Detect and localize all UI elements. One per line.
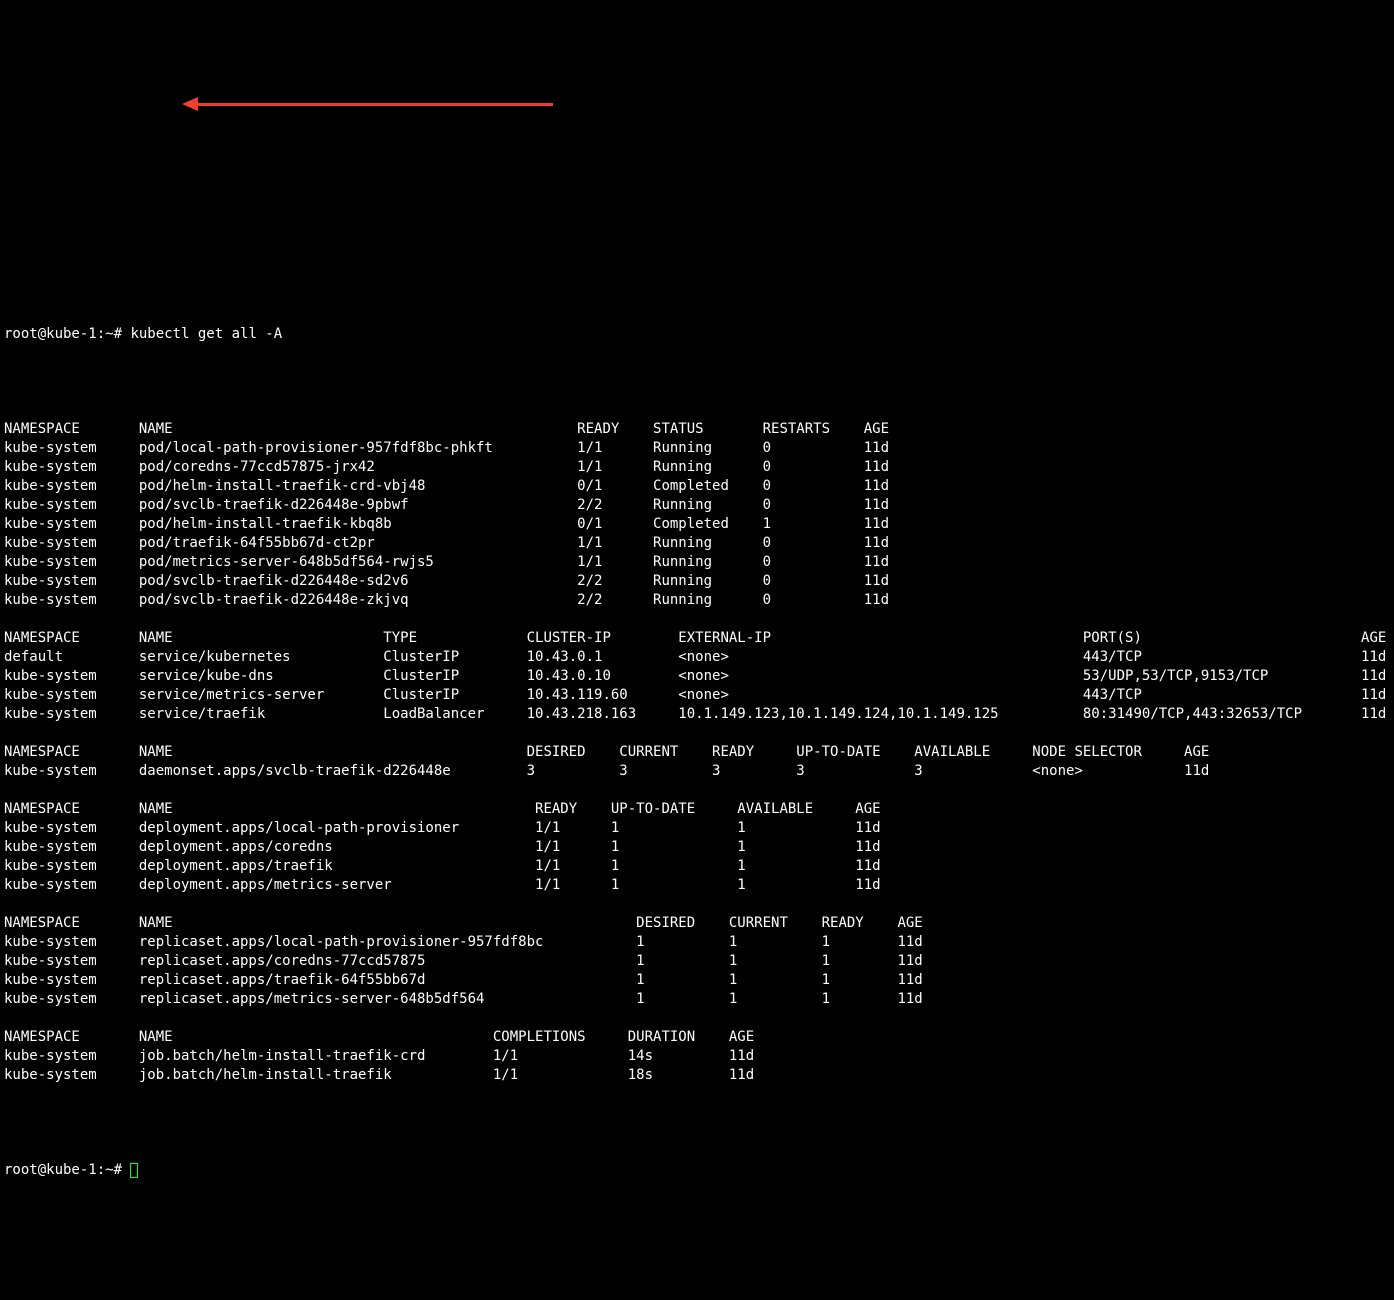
services-row: kube-system service/kube-dns ClusterIP 1… <box>4 667 1382 686</box>
services-row: kube-system service/metrics-server Clust… <box>4 686 1382 705</box>
pods-row: kube-system pod/local-path-provisioner-9… <box>4 439 1382 458</box>
daemonsets-header: NAMESPACE NAME DESIRED CURRENT READY UP-… <box>4 743 1382 762</box>
prompt-line-2: root@kube-1:~# <box>4 1161 1382 1180</box>
replicasets-header: NAMESPACE NAME DESIRED CURRENT READY AGE <box>4 914 1382 933</box>
deployments-header: NAMESPACE NAME READY UP-TO-DATE AVAILABL… <box>4 800 1382 819</box>
replicasets-row: kube-system replicaset.apps/metrics-serv… <box>4 990 1382 1009</box>
prompt: root@kube-1:~# <box>4 326 130 342</box>
deployments-row: kube-system deployment.apps/coredns 1/1 … <box>4 838 1382 857</box>
pods-row: kube-system pod/svclb-traefik-d226448e-s… <box>4 572 1382 591</box>
services-row: default service/kubernetes ClusterIP 10.… <box>4 648 1382 667</box>
daemonsets-row: kube-system daemonset.apps/svclb-traefik… <box>4 762 1382 781</box>
cursor-icon <box>130 1163 138 1178</box>
pods-row: kube-system pod/metrics-server-648b5df56… <box>4 553 1382 572</box>
pods-row: kube-system pod/traefik-64f55bb67d-ct2pr… <box>4 534 1382 553</box>
prompt: root@kube-1:~# <box>4 1162 130 1178</box>
deployments-row: kube-system deployment.apps/traefik 1/1 … <box>4 857 1382 876</box>
services-header: NAMESPACE NAME TYPE CLUSTER-IP EXTERNAL-… <box>4 629 1382 648</box>
replicasets-row: kube-system replicaset.apps/traefik-64f5… <box>4 971 1382 990</box>
jobs-header: NAMESPACE NAME COMPLETIONS DURATION AGE <box>4 1028 1382 1047</box>
pods-row: kube-system pod/svclb-traefik-d226448e-9… <box>4 496 1382 515</box>
blank-line <box>4 610 1382 629</box>
services-row: kube-system service/traefik LoadBalancer… <box>4 705 1382 724</box>
output-blocks: NAMESPACE NAME READY STATUS RESTARTS AGE… <box>4 420 1382 1085</box>
deployments-row: kube-system deployment.apps/local-path-p… <box>4 819 1382 838</box>
blank-line <box>4 724 1382 743</box>
jobs-row: kube-system job.batch/helm-install-traef… <box>4 1066 1382 1085</box>
terminal[interactable]: root@kube-1:~# kubectl get all -A NAMESP… <box>0 95 1386 1205</box>
pods-header: NAMESPACE NAME READY STATUS RESTARTS AGE <box>4 420 1382 439</box>
pods-row: kube-system pod/helm-install-traefik-kbq… <box>4 515 1382 534</box>
pods-row: kube-system pod/coredns-77ccd57875-jrx42… <box>4 458 1382 477</box>
jobs-row: kube-system job.batch/helm-install-traef… <box>4 1047 1382 1066</box>
command: kubectl get all -A <box>130 326 282 342</box>
annotation-arrow <box>4 173 1382 249</box>
deployments-row: kube-system deployment.apps/metrics-serv… <box>4 876 1382 895</box>
pods-row: kube-system pod/svclb-traefik-d226448e-z… <box>4 591 1382 610</box>
blank-line <box>4 1009 1382 1028</box>
replicasets-row: kube-system replicaset.apps/coredns-77cc… <box>4 952 1382 971</box>
replicasets-row: kube-system replicaset.apps/local-path-p… <box>4 933 1382 952</box>
blank-line <box>4 895 1382 914</box>
prompt-line-1: root@kube-1:~# kubectl get all -A <box>4 325 1382 344</box>
pods-row: kube-system pod/helm-install-traefik-crd… <box>4 477 1382 496</box>
blank-line <box>4 781 1382 800</box>
